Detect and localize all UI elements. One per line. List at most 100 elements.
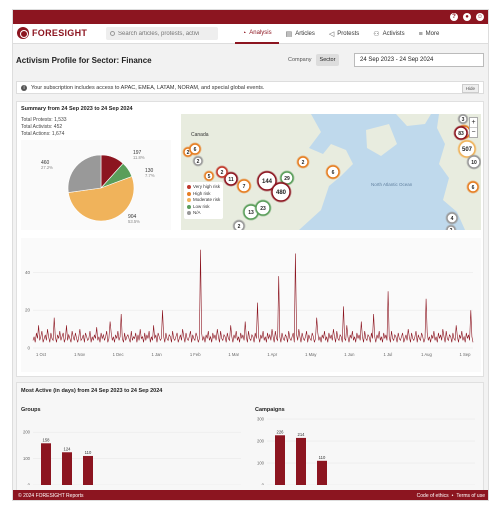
groups-card: Groups 0 100 200 158 124 110 bbox=[21, 407, 246, 493]
main-content: Activism Profile for Sector: Finance Com… bbox=[13, 45, 488, 492]
x-tick-label: 1 Feb bbox=[190, 352, 201, 357]
x-tick-label: 1 Nov bbox=[74, 352, 86, 357]
campaigns-card: Campaigns 0 100 200 300 226 214 110 bbox=[255, 407, 480, 493]
y-tick-label: 200 bbox=[257, 439, 265, 444]
bar bbox=[83, 455, 93, 485]
footer-copyright: © 2024 FORESIGHT Reports bbox=[18, 493, 84, 499]
toggle-company[interactable]: Company bbox=[284, 54, 316, 66]
nav-articles-label: Articles bbox=[295, 31, 315, 37]
map-cluster-count: 6 bbox=[332, 170, 335, 176]
nav-more[interactable]: ≡ More bbox=[412, 24, 447, 44]
subscription-banner: i Your subscription includes access to A… bbox=[16, 81, 484, 94]
footer-separator: • bbox=[451, 493, 454, 499]
map-cluster-count: 11 bbox=[228, 177, 234, 183]
y-tick-label: 0 bbox=[28, 483, 31, 486]
map-cluster-count: 10 bbox=[471, 160, 477, 166]
map-cluster-count: 480 bbox=[276, 190, 287, 196]
legend-dot bbox=[187, 191, 191, 196]
zoom-in-button[interactable]: + bbox=[470, 118, 477, 128]
pie-pct: 11.8% bbox=[133, 155, 145, 160]
line-svg: 0 20 40 1 Oct 1 Nov 1 Dec 1 Jan 1 Feb 1 Mar 1 Apr… bbox=[25, 249, 474, 357]
profile-toggle: Company Sector bbox=[284, 54, 340, 66]
map-cluster-count: 29 bbox=[284, 176, 290, 182]
logo-icon bbox=[17, 27, 29, 39]
risk-pie-chart: 197 11.8% 130 7.7% 904 53.5% 460 27.2% bbox=[21, 140, 171, 230]
bar-value-label: 226 bbox=[277, 429, 285, 434]
most-active-title: Most Active (in days) from 24 Sep 2023 t… bbox=[21, 388, 163, 394]
land-greenland-tip bbox=[396, 114, 431, 126]
zoom-out-button[interactable]: − bbox=[470, 128, 477, 137]
pie-pct: 27.2% bbox=[41, 165, 53, 170]
map-cluster-count: 2 bbox=[197, 159, 200, 165]
logo[interactable]: FORESIGHT bbox=[17, 27, 87, 39]
terms-of-use-link[interactable]: Terms of use bbox=[456, 493, 485, 499]
bar-value-label: 214 bbox=[298, 432, 306, 437]
nav-activists-label: Activists bbox=[382, 31, 405, 37]
activity-line-chart: 0 20 40 1 Oct 1 Nov 1 Dec 1 Jan 1 Feb 1 Mar 1 Apr… bbox=[21, 238, 481, 372]
notifications-icon[interactable]: ● bbox=[463, 13, 471, 21]
pie-svg: 19711.8%1307.7%90453.5%46027.2% bbox=[41, 150, 155, 224]
brand-name: FORESIGHT bbox=[32, 28, 88, 38]
code-of-ethics-link[interactable]: Code of ethics bbox=[417, 493, 449, 499]
bar-value-label: 110 bbox=[319, 455, 326, 460]
most-active-panel: Most Active (in days) from 24 Sep 2023 t… bbox=[16, 382, 484, 492]
protest-map[interactable]: Canada North Atlantic Ocean 3 2 6 2 144 29 6 11… bbox=[181, 114, 481, 230]
banner-hide-button[interactable]: Hide bbox=[461, 84, 479, 93]
nav-activists[interactable]: ⚇ Activists bbox=[366, 24, 411, 44]
y-tick-label: 300 bbox=[257, 417, 265, 422]
bar bbox=[317, 460, 327, 485]
map-cluster-count: 83 bbox=[458, 131, 464, 137]
search-input[interactable] bbox=[118, 30, 213, 37]
megaphone-icon: ◁ bbox=[328, 31, 335, 38]
map-cluster-count: 2 bbox=[450, 228, 453, 230]
map-label-sea: North Atlantic Ocean bbox=[371, 182, 413, 187]
bar-value-label: 158 bbox=[43, 437, 51, 442]
info-icon: i bbox=[21, 84, 27, 91]
nav-bar: FORESIGHT ◔ Analysis ▤ Articles ◁ Protes… bbox=[13, 24, 488, 44]
map-cluster-count: 3 bbox=[462, 117, 465, 123]
bar-value-label: 124 bbox=[64, 446, 72, 451]
date-range-picker[interactable]: 24 Sep 2023 - 24 Sep 2024 bbox=[354, 53, 484, 67]
nav-protests[interactable]: ◁ Protests bbox=[322, 24, 366, 44]
y-tick-label: 100 bbox=[23, 456, 31, 461]
nav-analysis[interactable]: ◔ Analysis bbox=[235, 24, 279, 44]
campaigns-title: Campaigns bbox=[255, 407, 285, 413]
y-tick-label: 0 bbox=[262, 483, 265, 486]
legend-dot bbox=[187, 204, 191, 209]
document-icon: ▤ bbox=[285, 31, 293, 38]
search-bar[interactable] bbox=[106, 27, 218, 40]
bar-value-label: 110 bbox=[85, 450, 92, 455]
map-cluster-count: 2 bbox=[221, 170, 224, 176]
map-cluster-count: 2 bbox=[302, 160, 305, 166]
people-icon: ⚇ bbox=[373, 31, 380, 38]
x-tick-label: 1 Jan bbox=[152, 352, 163, 357]
user-icon[interactable]: ☺ bbox=[476, 13, 484, 21]
map-cluster-count: 7 bbox=[243, 184, 246, 190]
menu-icon: ≡ bbox=[418, 30, 423, 38]
total-activists: Total Activists: 452 bbox=[21, 124, 63, 130]
legend-dot bbox=[187, 211, 191, 216]
help-icon[interactable]: ? bbox=[450, 13, 458, 21]
pie-pct: 53.5% bbox=[128, 219, 140, 224]
page-title: Activism Profile for Sector: Finance bbox=[16, 56, 152, 65]
map-cluster-count: 6 bbox=[194, 147, 197, 153]
legend-label: N/A bbox=[193, 210, 201, 215]
legend-na: N/A bbox=[187, 210, 220, 217]
nav-articles[interactable]: ▤ Articles bbox=[279, 24, 322, 44]
map-cluster-count: 6 bbox=[472, 185, 475, 191]
app-window: ? ● ☺ FORESIGHT ◔ Analysis ▤ Articles ◁ … bbox=[12, 9, 489, 501]
y-tick-label: 200 bbox=[23, 430, 31, 435]
top-bar: ? ● ☺ bbox=[13, 10, 488, 24]
legend-dot bbox=[187, 185, 191, 190]
nav-protests-label: Protests bbox=[337, 31, 360, 37]
summary-title: Summary from 24 Sep 2023 to 24 Sep 2024 bbox=[21, 106, 133, 112]
map-cluster-count: 2 bbox=[238, 224, 241, 230]
map-cluster-count: 13 bbox=[248, 210, 254, 216]
toggle-sector[interactable]: Sector bbox=[315, 54, 340, 66]
groups-title: Groups bbox=[21, 407, 41, 413]
groups-bar-chart: 0 100 200 158 124 110 bbox=[23, 430, 241, 488]
x-tick-label: 1 Mar bbox=[228, 352, 239, 357]
nav-analysis-label: Analysis bbox=[249, 30, 272, 36]
pie-pct: 7.7% bbox=[145, 173, 155, 178]
banner-text: Your subscription includes access to APA… bbox=[31, 84, 265, 91]
